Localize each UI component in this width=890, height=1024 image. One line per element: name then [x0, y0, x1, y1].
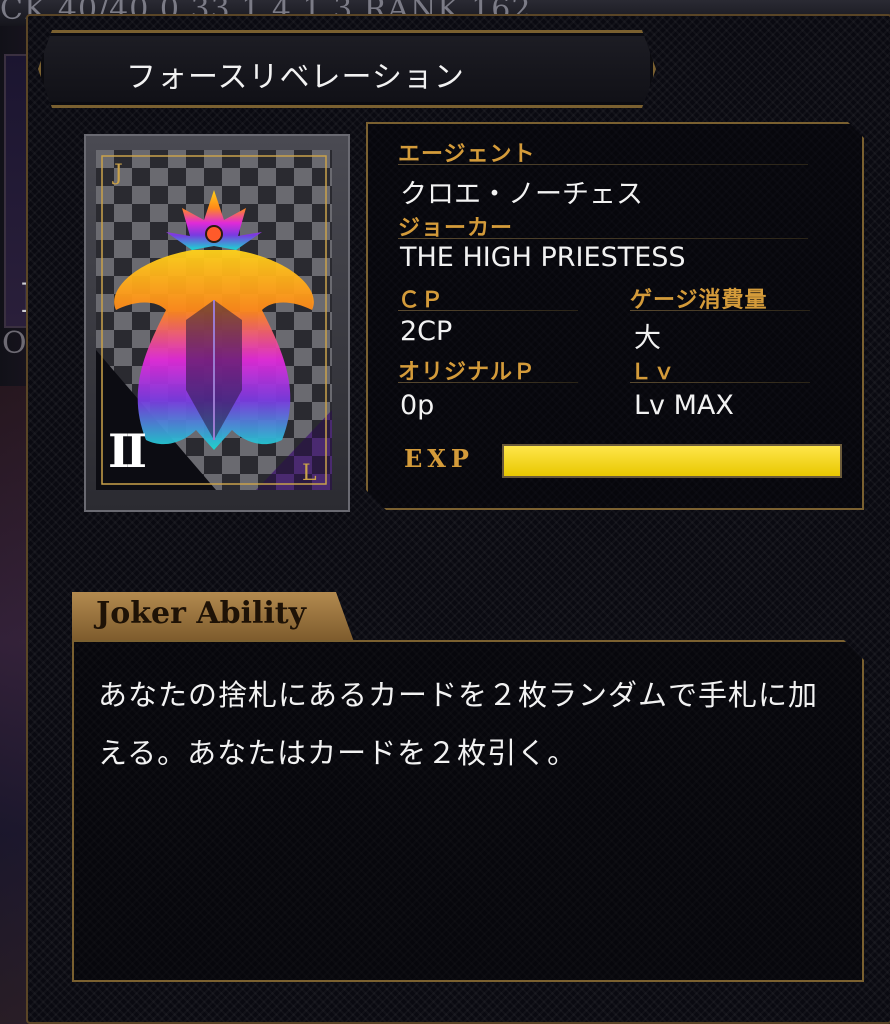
cp-divider	[398, 310, 578, 311]
svg-text:L: L	[302, 461, 317, 486]
cp-value: 2CP	[400, 316, 453, 347]
exp-bar-fill	[504, 446, 840, 476]
ability-description: あなたの捨札にあるカードを２枚ランダムで手札に加える。あなたはカードを２枚引く。	[98, 678, 819, 770]
agent-value: クロエ・ノーチェス	[400, 179, 643, 210]
gauge-divider	[630, 310, 810, 311]
joker-value: THE HIGH PRIESTESS	[400, 242, 686, 273]
dialog-title: フォースリベレーション	[126, 60, 465, 95]
lv-value: Lv MAX	[634, 390, 734, 421]
original-p-divider	[398, 382, 578, 383]
exp-label: EXP	[404, 444, 474, 473]
agent-divider	[398, 164, 808, 165]
card-numeral: II	[108, 424, 147, 478]
original-p-value: 0p	[400, 390, 435, 421]
gauge-value: 大	[634, 323, 661, 354]
lv-divider	[630, 382, 810, 383]
svg-text:J: J	[112, 161, 123, 186]
exp-bar	[502, 444, 842, 478]
ability-heading: Joker Ability	[96, 596, 307, 631]
joker-divider	[398, 238, 808, 239]
